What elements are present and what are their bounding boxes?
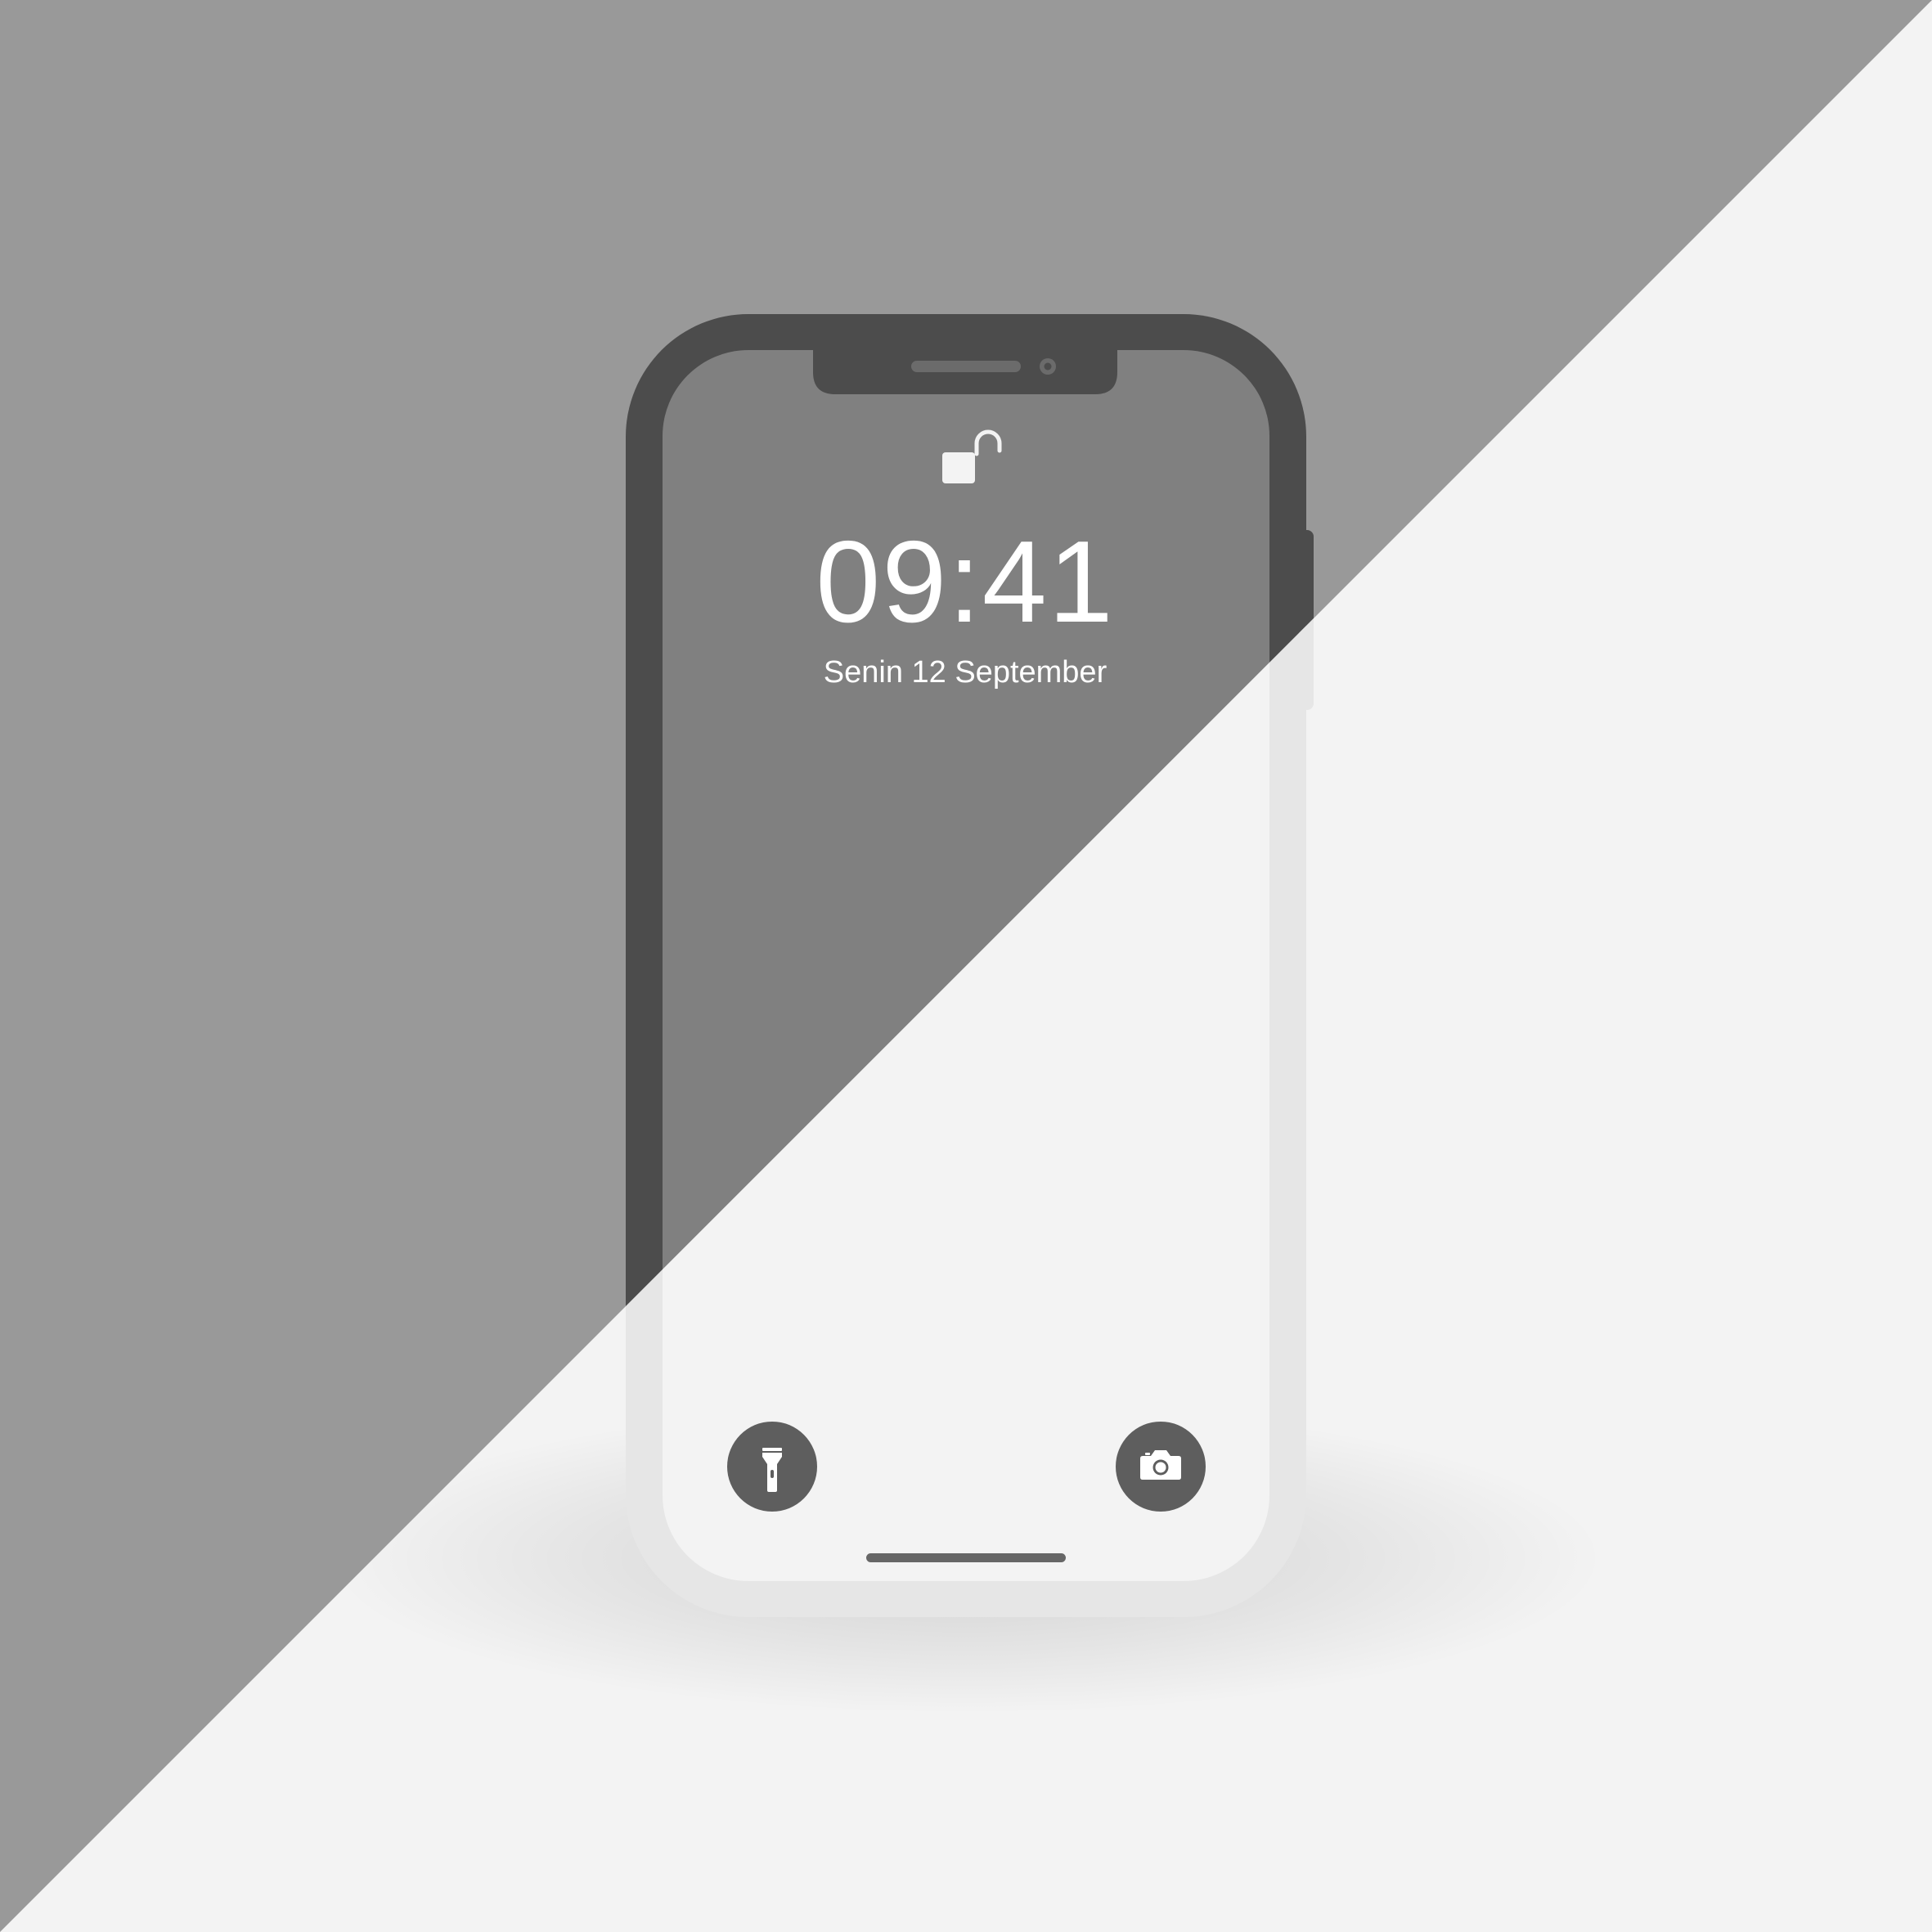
home-indicator-handle[interactable] <box>866 1545 1066 1570</box>
phone-mockup-illustration <box>0 0 1932 1932</box>
camera-quick-action[interactable] <box>1116 1422 1206 1512</box>
mockup-canvas: 09:41 Senin 12 September <box>0 0 1932 1932</box>
notch <box>813 348 1117 394</box>
lock-screen-date: Senin 12 September <box>823 655 1108 690</box>
lock-screen-time: 09:41 <box>815 517 1115 647</box>
speaker-grille <box>911 361 1021 372</box>
flashlight-quick-action[interactable] <box>727 1422 817 1512</box>
